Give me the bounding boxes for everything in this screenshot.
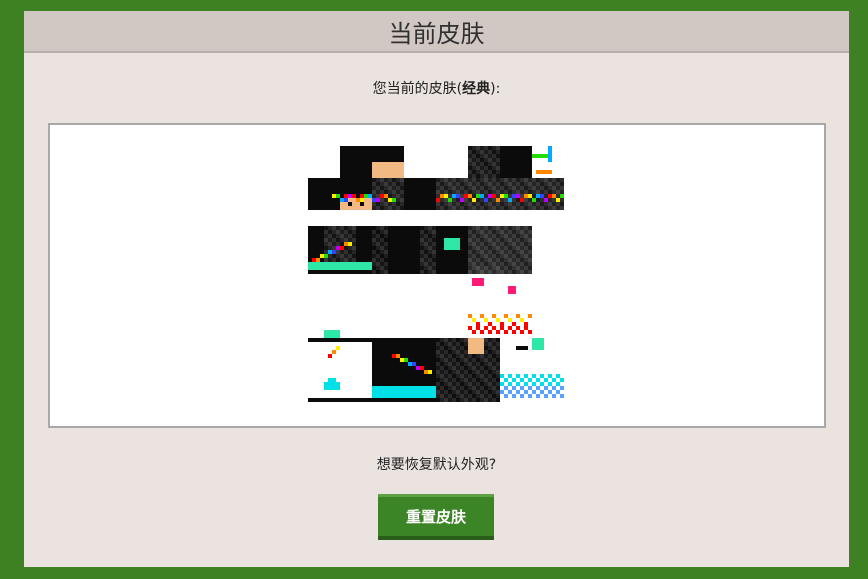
skin-panel: 当前皮肤 您当前的皮肤(经典): 想要恢复默认外观? 重置皮肤 bbox=[24, 11, 849, 567]
skin-texture-image bbox=[308, 146, 564, 402]
panel-title: 当前皮肤 bbox=[388, 19, 485, 48]
current-skin-model: 经典 bbox=[462, 81, 491, 97]
current-skin-suffix: ): bbox=[490, 81, 501, 97]
current-skin-label: 您当前的皮肤(经典): bbox=[24, 78, 849, 98]
skin-preview-box bbox=[48, 123, 826, 428]
current-skin-prefix: 您当前的皮肤( bbox=[372, 81, 463, 97]
reset-skin-button[interactable]: 重置皮肤 bbox=[378, 494, 494, 540]
panel-header: 当前皮肤 bbox=[24, 11, 849, 53]
reset-prompt: 想要恢复默认外观? bbox=[376, 457, 497, 473]
